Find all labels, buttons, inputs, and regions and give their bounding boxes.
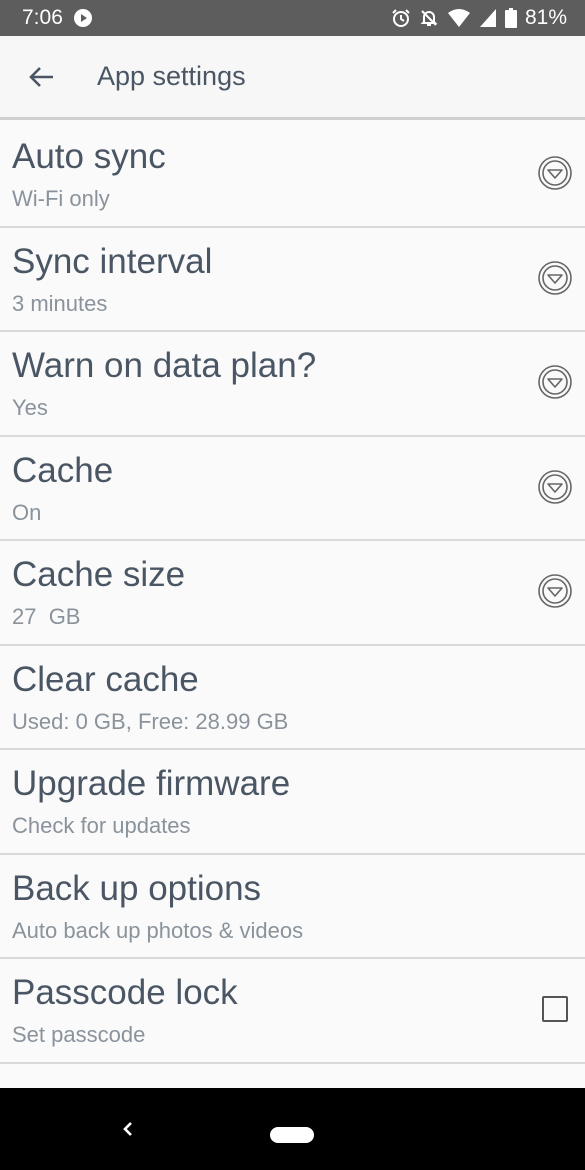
battery-icon bbox=[504, 8, 517, 28]
setting-subtitle: Yes bbox=[12, 395, 48, 420]
dropdown-circle-icon bbox=[538, 365, 572, 399]
media-icon bbox=[73, 9, 92, 27]
setting-subtitle: On bbox=[12, 499, 42, 525]
setting-cache-size[interactable]: Cache size 27 GB bbox=[0, 541, 585, 646]
wifi-icon bbox=[447, 9, 470, 27]
dropdown-button[interactable] bbox=[537, 260, 573, 296]
setting-title: Back up options bbox=[12, 868, 262, 908]
setting-title: Sync interval bbox=[12, 241, 213, 281]
dropdown-circle-icon bbox=[538, 156, 572, 190]
back-arrow-icon bbox=[29, 66, 53, 87]
battery-level: 81% bbox=[524, 6, 567, 29]
setting-warn-data-plan[interactable]: Warn on data plan? Yes bbox=[0, 332, 585, 437]
setting-clear-cache[interactable]: Clear cache Used: 0 GB, Free: 28.99 GB bbox=[0, 645, 585, 750]
setting-title: Cache bbox=[12, 450, 114, 490]
status-time: 7:06 bbox=[22, 6, 63, 29]
setting-subtitle: Wi-Fi only bbox=[12, 186, 110, 211]
app-bar: App settings bbox=[0, 36, 585, 120]
setting-partial-row[interactable] bbox=[0, 1063, 585, 1088]
nav-back-icon[interactable] bbox=[116, 1114, 140, 1144]
settings-list: Auto sync Wi-Fi only Sync interval 3 min… bbox=[0, 123, 585, 1088]
setting-subtitle: Check for updates bbox=[12, 813, 191, 838]
setting-title: Upgrade firmware bbox=[12, 764, 291, 803]
setting-title: Clear cache bbox=[12, 659, 199, 699]
setting-sync-interval[interactable]: Sync interval 3 minutes bbox=[0, 227, 585, 332]
setting-subtitle: 3 minutes bbox=[12, 290, 108, 316]
status-bar: 7:06 81% bbox=[0, 0, 585, 36]
setting-subtitle: Auto back up photos & videos bbox=[12, 917, 304, 943]
dropdown-button[interactable] bbox=[537, 155, 573, 191]
dropdown-button[interactable] bbox=[537, 469, 573, 505]
dropdown-circle-icon bbox=[538, 469, 572, 504]
dropdown-circle-icon bbox=[538, 260, 572, 295]
setting-back-up-options[interactable]: Back up options Auto back up photos & vi… bbox=[0, 854, 585, 959]
setting-cache[interactable]: Cache On bbox=[0, 436, 585, 541]
back-button[interactable] bbox=[0, 35, 84, 119]
setting-title: Auto sync bbox=[12, 137, 166, 176]
setting-title: Warn on data plan? bbox=[12, 346, 317, 385]
setting-title: Cache size bbox=[12, 555, 186, 594]
setting-subtitle: 27 GB bbox=[12, 604, 81, 629]
passcode-checkbox-wrap bbox=[537, 991, 573, 1027]
setting-passcode-lock[interactable]: Passcode lock Set passcode bbox=[0, 959, 585, 1064]
dropdown-button[interactable] bbox=[537, 573, 573, 609]
signal-icon bbox=[479, 9, 496, 27]
alarm-icon bbox=[392, 9, 410, 27]
nav-home-button[interactable] bbox=[270, 1127, 314, 1143]
dropdown-circle-icon bbox=[538, 574, 572, 608]
page-title: App settings bbox=[97, 61, 246, 91]
setting-title: Passcode lock bbox=[12, 973, 238, 1012]
dropdown-button[interactable] bbox=[537, 364, 573, 400]
setting-auto-sync[interactable]: Auto sync Wi-Fi only bbox=[0, 123, 585, 228]
setting-subtitle: Used: 0 GB, Free: 28.99 GB bbox=[12, 708, 289, 734]
passcode-checkbox[interactable] bbox=[542, 996, 568, 1022]
setting-subtitle: Set passcode bbox=[12, 1022, 146, 1047]
setting-upgrade-firmware[interactable]: Upgrade firmware Check for updates bbox=[0, 750, 585, 855]
notifications-off-icon bbox=[420, 10, 438, 26]
